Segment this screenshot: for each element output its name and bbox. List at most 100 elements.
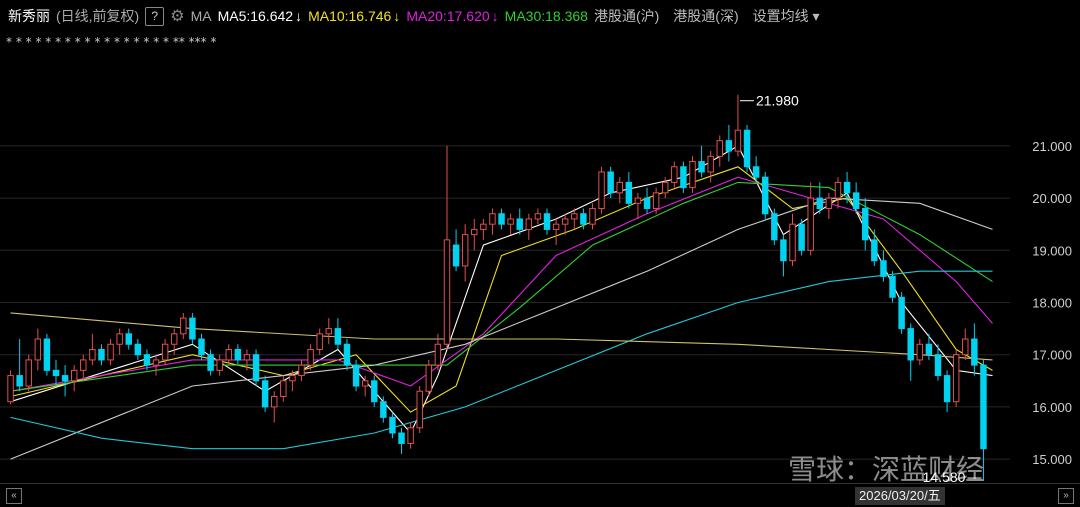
hk-sz-toggle[interactable]: 港股通(深) <box>673 6 738 26</box>
candlestick-chart[interactable]: * * * * * * * * * * * * * * * * * ** ***… <box>0 32 1080 483</box>
candle-body <box>752 166 760 178</box>
candle-body <box>852 192 860 210</box>
candle-body <box>416 390 423 429</box>
watermark: 雪球：深蓝财经 <box>788 453 985 486</box>
candle-body <box>780 239 787 262</box>
candle-body <box>125 333 132 345</box>
ma60-line <box>10 197 993 460</box>
candle-body <box>907 328 914 361</box>
candle-body <box>871 239 878 262</box>
candle-body <box>234 348 242 361</box>
candle-body <box>843 181 851 194</box>
candle-body <box>89 348 96 361</box>
candle-body <box>352 364 360 387</box>
ma250-line <box>10 312 993 361</box>
candle-body <box>762 176 769 215</box>
candle-body <box>7 375 14 403</box>
y-tick-label: 15.000 <box>1032 452 1072 467</box>
candle-body <box>243 354 251 361</box>
candle-body <box>434 343 442 366</box>
candle-body <box>298 364 305 377</box>
candle-body <box>661 181 669 194</box>
candle-body <box>316 333 323 350</box>
candle-body <box>716 140 723 157</box>
candle-body <box>834 181 842 199</box>
arrow-right-icon[interactable]: » <box>1058 488 1074 504</box>
ma-label: MA <box>190 8 212 24</box>
hk-sh-toggle[interactable]: 港股通(沪) <box>594 6 659 26</box>
candle-body <box>571 213 578 220</box>
ma-settings-dropdown[interactable]: 设置均线 ▾ <box>753 6 820 26</box>
high-label: 21.980 <box>756 93 799 109</box>
candle-body <box>916 343 924 361</box>
candle-body <box>70 369 78 382</box>
candle-body <box>543 213 551 230</box>
cursor-date: 2026/03/20/五 <box>855 487 945 505</box>
candle-body <box>743 129 751 168</box>
candle-body <box>971 338 978 366</box>
candle-body <box>170 333 178 345</box>
candle-body <box>698 161 705 173</box>
arrow-left-icon[interactable]: « <box>6 488 22 504</box>
candle-body <box>98 348 105 361</box>
candle-body <box>616 181 623 194</box>
candle-body <box>598 171 605 210</box>
y-tick-label: 16.000 <box>1032 400 1072 415</box>
candle-body <box>461 234 469 267</box>
marker-row: * * * * * * * * * * * * * * * * * ** ***… <box>6 35 216 49</box>
candle-body <box>652 192 660 210</box>
candle-body <box>634 197 642 204</box>
candle-body <box>371 380 378 403</box>
help-button[interactable]: ? <box>145 6 165 26</box>
ma5-label: MA5:16.642 <box>217 8 294 24</box>
ma20-value: MA20:17.620 ↓ <box>406 8 498 24</box>
candle-body <box>43 338 51 371</box>
candle-body <box>34 338 42 361</box>
candle-body <box>925 343 933 356</box>
candle-body <box>934 354 942 377</box>
candle-body <box>334 328 342 345</box>
stock-name[interactable]: 新秀丽 <box>8 6 50 26</box>
candle-body <box>707 155 714 173</box>
candle-body <box>471 228 478 236</box>
y-tick-label: 21.000 <box>1032 139 1072 154</box>
candle-body <box>325 328 333 335</box>
candle-body <box>252 354 260 382</box>
ma5-value: MA5:16.642 ↓ <box>218 8 303 24</box>
candle-body <box>25 359 32 387</box>
candle-body <box>271 395 278 408</box>
candle-body <box>407 427 414 444</box>
ma10-value: MA10:16.746 ↓ <box>308 8 400 24</box>
candle-body <box>52 369 60 377</box>
candle-body <box>943 375 951 403</box>
down-arrow-icon: ↓ <box>393 8 401 24</box>
stock-chart-app: 新秀丽 (日线,前复权) ? ⚙ MA MA5:16.642 ↓ MA10:16.… <box>0 0 1080 507</box>
candle-body <box>898 296 905 330</box>
candle-body <box>525 218 533 230</box>
candle-body <box>116 333 123 345</box>
y-tick-label: 19.000 <box>1032 243 1072 258</box>
candle-body <box>180 317 187 335</box>
candle-body <box>825 197 833 210</box>
candle-body <box>361 380 369 387</box>
candle-body <box>580 213 587 225</box>
candle-body <box>880 260 887 277</box>
candle-body <box>189 317 196 340</box>
ma30-label: MA30:18.368 <box>504 8 588 24</box>
candle-body <box>443 239 451 345</box>
candle-body <box>734 129 742 152</box>
gear-icon[interactable]: ⚙ <box>170 6 184 26</box>
adjust-mode[interactable]: (日线,前复权) <box>56 6 139 26</box>
candle-body <box>289 375 296 382</box>
candle-body <box>16 375 23 387</box>
candle-body <box>962 338 969 356</box>
ma10-label: MA10:16.746 <box>308 8 392 24</box>
candle-body <box>689 161 696 189</box>
ma30-value: MA30:18.368 <box>505 8 588 24</box>
y-tick-label: 17.000 <box>1032 348 1072 363</box>
candle-body <box>380 401 387 418</box>
candle-body <box>198 338 205 356</box>
candle-body <box>143 354 151 366</box>
candle-body <box>280 380 287 397</box>
candle-body <box>389 416 396 434</box>
